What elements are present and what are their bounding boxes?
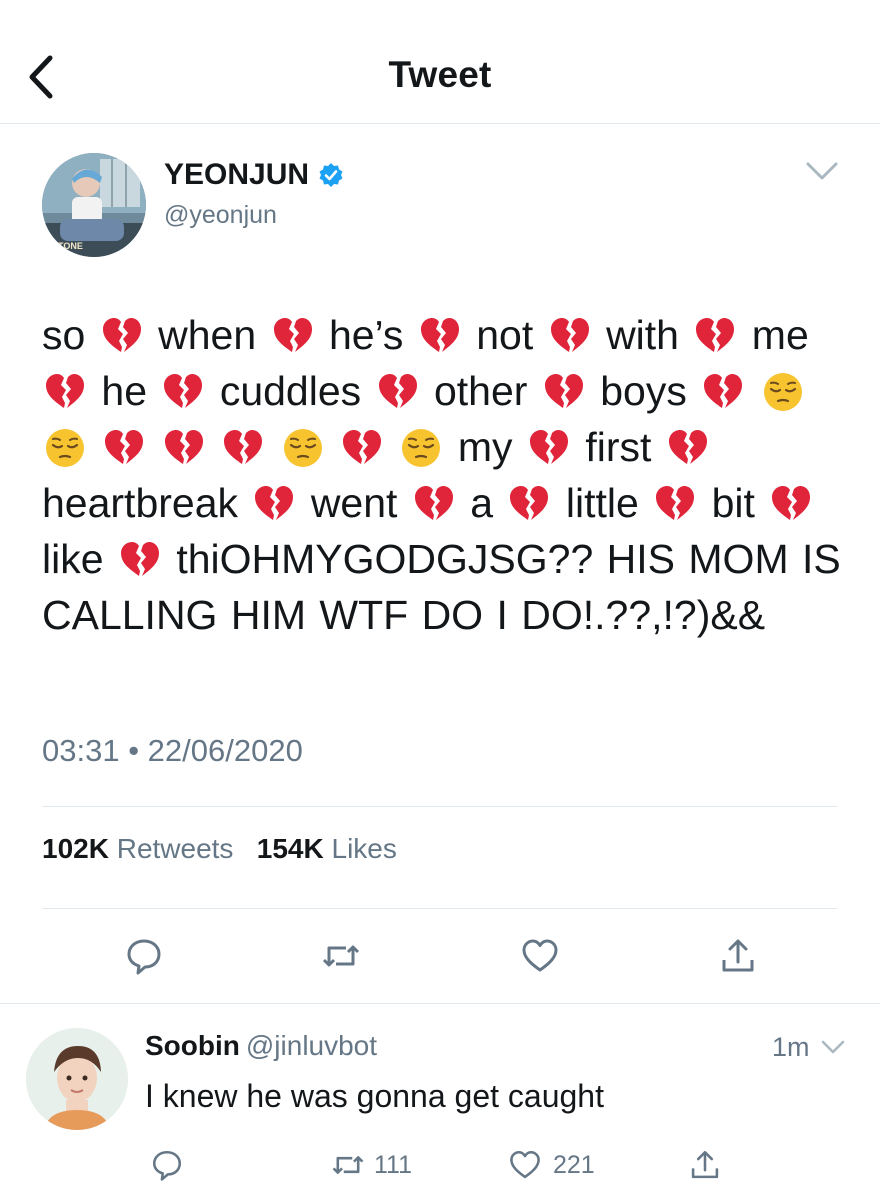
share-button[interactable] bbox=[718, 936, 758, 976]
tweet-word: he bbox=[101, 368, 148, 414]
divider bbox=[42, 806, 837, 807]
broken-heart-icon bbox=[529, 430, 568, 464]
broken-heart-icon bbox=[544, 374, 583, 408]
broken-heart-icon bbox=[656, 486, 695, 520]
broken-heart-icon bbox=[343, 430, 382, 464]
tweet-word: me bbox=[751, 312, 809, 358]
tweet-word: heartbreak bbox=[42, 480, 239, 526]
page-title: Tweet bbox=[388, 54, 492, 95]
tweet-stats: 102K Retweets 154K Likes bbox=[42, 833, 397, 865]
pensive-face-icon bbox=[402, 429, 441, 467]
comment-icon bbox=[152, 1150, 182, 1181]
tweet-date: 22/06/2020 bbox=[147, 733, 303, 768]
broken-heart-icon bbox=[704, 374, 743, 408]
heart-icon bbox=[522, 939, 558, 972]
pensive-face-icon bbox=[46, 429, 84, 467]
broken-heart-icon bbox=[414, 486, 453, 520]
retweet-icon bbox=[332, 1156, 364, 1174]
tweet-word: when bbox=[158, 312, 257, 358]
divider bbox=[42, 908, 837, 909]
likes-stat[interactable]: 154K Likes bbox=[257, 833, 397, 864]
broken-heart-icon bbox=[378, 374, 417, 408]
author-handle[interactable]: @yeonjun bbox=[164, 201, 277, 230]
broken-heart-icon bbox=[668, 430, 707, 464]
reply-like-count: 221 bbox=[553, 1151, 595, 1179]
avatar-overlay-text: STONE bbox=[52, 241, 83, 251]
tweet-word: so bbox=[42, 312, 86, 358]
tweet-word: with bbox=[606, 312, 679, 358]
reply-author-name: Soobin bbox=[145, 1030, 240, 1061]
broken-heart-icon bbox=[273, 318, 312, 352]
tweet-time: 03:31 bbox=[42, 733, 120, 768]
tweet-word: a bbox=[470, 480, 494, 526]
likes-count: 154K bbox=[256, 833, 324, 864]
broken-heart-icon bbox=[255, 486, 294, 520]
reply-text: I knew he was gonna get caught bbox=[145, 1078, 604, 1114]
reply-avatar[interactable] bbox=[26, 1028, 128, 1130]
retweet-button[interactable] bbox=[321, 936, 361, 976]
retweet-icon bbox=[322, 945, 360, 967]
chevron-down-icon bbox=[806, 162, 838, 180]
reply-retweet-button[interactable] bbox=[330, 1148, 366, 1187]
retweets-stat[interactable]: 102K Retweets bbox=[42, 833, 233, 864]
likes-label: Likes bbox=[331, 833, 397, 864]
reply-author[interactable]: Soobin @jinluvbot bbox=[145, 1030, 377, 1062]
pensive-face-icon bbox=[763, 373, 802, 411]
broken-heart-icon bbox=[164, 430, 203, 464]
top-bar: Tweet bbox=[0, 0, 880, 124]
broken-heart-icon bbox=[224, 430, 263, 464]
divider bbox=[0, 1003, 880, 1004]
tweet-timestamp: 03:31 • 22/06/2020 bbox=[42, 733, 303, 769]
tweet-word: boys bbox=[600, 368, 687, 414]
tweet-options-button[interactable] bbox=[804, 158, 840, 184]
broken-heart-icon bbox=[696, 318, 735, 352]
author-avatar[interactable]: STONE bbox=[42, 153, 146, 257]
reply-button[interactable] bbox=[124, 936, 164, 976]
tweet-word: bit bbox=[711, 480, 755, 526]
like-button[interactable] bbox=[520, 936, 560, 976]
broken-heart-icon bbox=[105, 430, 144, 464]
broken-heart-icon bbox=[164, 374, 203, 408]
tweet-word: like bbox=[42, 536, 104, 582]
reply-options-button[interactable] bbox=[820, 1038, 846, 1056]
tweet-text: so when he’s not with me he cuddles othe… bbox=[42, 307, 842, 643]
pensive-face-icon bbox=[283, 429, 322, 467]
heart-icon bbox=[510, 1150, 540, 1179]
broken-heart-icon bbox=[46, 374, 84, 408]
meta-separator: • bbox=[128, 733, 148, 768]
reply-like-button[interactable] bbox=[508, 1148, 542, 1187]
broken-heart-icon bbox=[420, 318, 459, 352]
comment-icon bbox=[127, 939, 161, 975]
tweet-word: first bbox=[585, 424, 652, 470]
reply-avatar-photo bbox=[26, 1028, 128, 1130]
tweet-word: little bbox=[565, 480, 639, 526]
reply-time: 1m bbox=[772, 1032, 810, 1062]
chevron-down-icon bbox=[821, 1040, 845, 1054]
reply-reply-button[interactable] bbox=[150, 1148, 184, 1187]
broken-heart-icon bbox=[120, 542, 159, 576]
share-icon bbox=[722, 939, 754, 972]
tweet-word: he’s bbox=[328, 312, 404, 358]
avatar-photo: STONE bbox=[42, 153, 146, 257]
broken-heart-icon bbox=[102, 318, 141, 352]
reply-share-button[interactable] bbox=[688, 1148, 722, 1187]
tweet-word: went bbox=[310, 480, 398, 526]
broken-heart-icon bbox=[510, 486, 549, 520]
author-name-text: YEONJUN bbox=[164, 158, 310, 191]
tweet-word: other bbox=[433, 368, 528, 414]
share-icon bbox=[691, 1150, 719, 1179]
author-name[interactable]: YEONJUN bbox=[164, 158, 344, 192]
reply-retweet-count: 111 bbox=[374, 1151, 413, 1179]
tweet-word: my bbox=[457, 424, 513, 470]
reply-author-handle: @jinluvbot bbox=[245, 1030, 378, 1061]
verified-badge-icon bbox=[319, 163, 343, 187]
retweets-count: 102K bbox=[42, 833, 109, 864]
retweets-label: Retweets bbox=[116, 833, 234, 864]
broken-heart-icon bbox=[550, 318, 589, 352]
tweet-word: not bbox=[476, 312, 534, 358]
tweet-word: cuddles bbox=[219, 368, 362, 414]
broken-heart-icon bbox=[772, 486, 811, 520]
